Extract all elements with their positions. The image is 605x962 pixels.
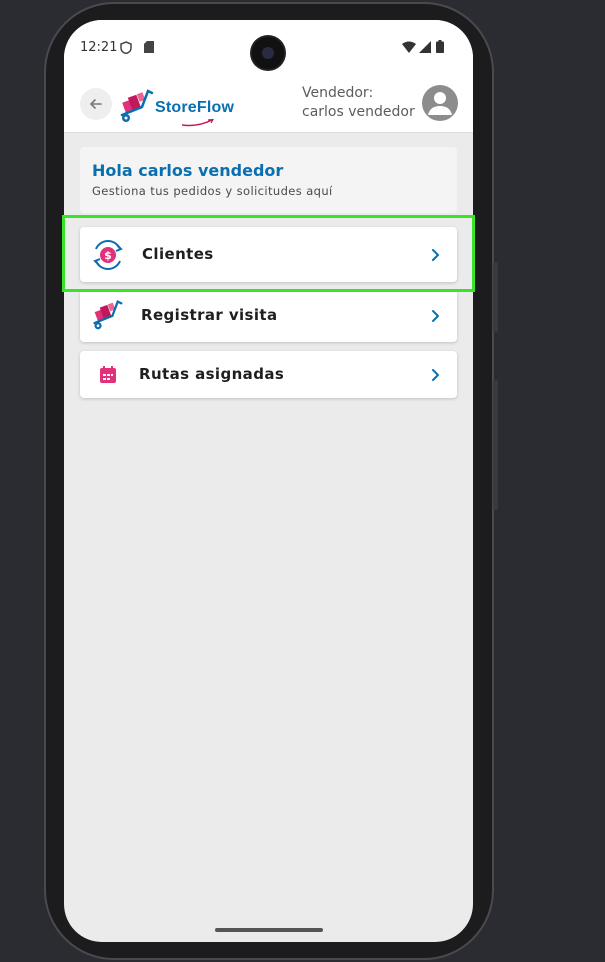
menu-item-registrar-visita[interactable]: Registrar visita [80,290,457,342]
front-camera [252,37,284,69]
back-button[interactable] [80,88,112,120]
greeting-subtitle: Gestiona tus pedidos y solicitudes aquí [92,184,333,198]
app-header: StoreFlow Vendedor: carlos vendedor [64,80,473,133]
chevron-right-icon [432,310,439,322]
vendor-label: Vendedor: carlos vendedor [302,84,415,122]
menu-item-rutas-asignadas[interactable]: Rutas asignadas [80,351,457,398]
app-screen: 12:21 StoreFlow Vendedor: carlos vendedo… [64,20,473,942]
user-icon [428,92,452,115]
avatar[interactable] [422,85,458,121]
menu-item-label: Rutas asignadas [139,365,285,383]
brand-name: StoreFlow [155,99,235,116]
calendar-icon [100,366,116,383]
power-button [493,380,498,510]
arrow-left-icon [90,99,102,109]
chevron-right-icon [432,369,439,381]
shield-icon [120,41,132,54]
hand-truck-logo-icon [120,89,154,122]
battery-icon [436,40,444,53]
sim-card-icon [144,41,154,53]
vendor-title: Vendedor: [302,85,374,101]
greeting-card: Hola carlos vendedor Gestiona tus pedido… [80,147,457,213]
storeflow-logo: StoreFlow [118,87,238,127]
hand-truck-icon [93,300,123,330]
status-time: 12:21 [80,40,118,55]
signal-icon [419,41,431,53]
selection-highlight [62,215,475,292]
vendor-name: carlos vendedor [302,104,415,120]
greeting-title: Hola carlos vendedor [92,161,284,180]
brand-swoosh [182,119,214,127]
wifi-icon [402,41,416,53]
menu-item-label: Registrar visita [141,306,278,324]
home-indicator[interactable] [215,928,323,932]
volume-button [493,262,498,332]
status-bar: 12:21 [64,20,473,80]
